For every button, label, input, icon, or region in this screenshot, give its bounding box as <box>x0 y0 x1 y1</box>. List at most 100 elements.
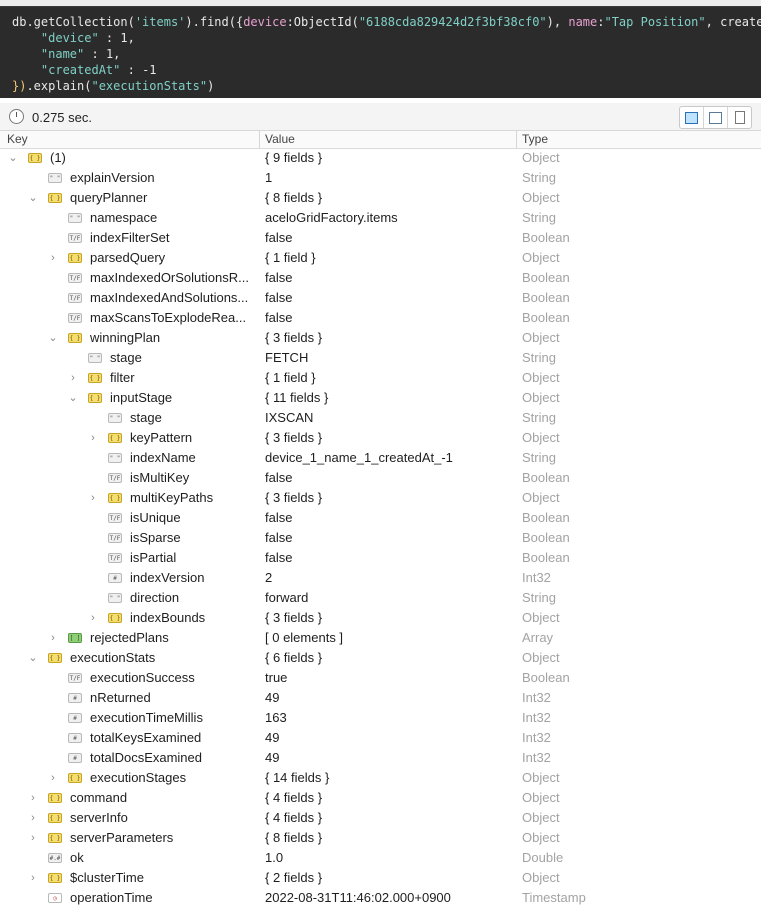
tree-row[interactable]: " " namespace aceloGridFactory.items String <box>0 208 761 228</box>
tree-row[interactable]: › { } $clusterTime { 2 fields } Object <box>0 868 761 888</box>
tree-row[interactable]: › { } keyPattern { 3 fields } Object <box>0 428 761 448</box>
tree-row[interactable]: › [ ] rejectedPlans [ 0 elements ] Array <box>0 628 761 648</box>
tree-row[interactable]: › { } parsedQuery { 1 field } Object <box>0 248 761 268</box>
tree-row[interactable]: › { } serverParameters { 8 fields } Object <box>0 828 761 848</box>
chevron-down-icon[interactable]: ⌄ <box>48 328 58 348</box>
boolean-icon: T/F <box>108 533 122 543</box>
tree-row[interactable]: T/F executionSuccess true Boolean <box>0 668 761 688</box>
chevron-right-icon[interactable]: › <box>88 608 98 628</box>
tree-row[interactable]: # indexVersion 2 Int32 <box>0 568 761 588</box>
chevron-down-icon[interactable]: ⌄ <box>28 188 38 208</box>
tree-row[interactable]: ⌄ { } winningPlan { 3 fields } Object <box>0 328 761 348</box>
field-value: { 9 fields } <box>265 150 323 165</box>
boolean-icon: T/F <box>108 473 122 483</box>
tree-row[interactable]: › { } filter { 1 field } Object <box>0 368 761 388</box>
field-value: { 14 fields } <box>265 770 330 785</box>
field-key: isMultiKey <box>130 470 190 485</box>
tree-row[interactable]: ⌄ { } inputStage { 11 fields } Object <box>0 388 761 408</box>
tree-row[interactable]: T/F isUnique false Boolean <box>0 508 761 528</box>
field-value: forward <box>265 590 309 605</box>
chevron-down-icon[interactable]: ⌄ <box>8 148 18 168</box>
field-type: String <box>522 590 556 605</box>
tree-row[interactable]: T/F maxIndexedOrSolutionsR... false Boolean <box>0 268 761 288</box>
field-value: 2022-08-31T11:46:02.000+0900 <box>265 890 451 905</box>
tree-row[interactable]: " " indexName device_1_name_1_createdAt_-1… <box>0 448 761 468</box>
chevron-right-icon[interactable]: › <box>68 368 78 388</box>
tree-row[interactable]: ⌄ { } (1) { 9 fields } Object <box>0 148 761 168</box>
field-key: executionStages <box>90 770 187 785</box>
field-type: Object <box>522 330 560 345</box>
tree-row[interactable]: T/F maxIndexedAndSolutions... false Boolean <box>0 288 761 308</box>
boolean-icon: T/F <box>68 673 82 683</box>
tree-row[interactable]: T/F maxScansToExplodeRea... false Boolean <box>0 308 761 328</box>
tree-row[interactable]: › { } executionStages { 14 fields } Object <box>0 768 761 788</box>
tree-row[interactable]: " " stage FETCH String <box>0 348 761 368</box>
field-type: Int32 <box>522 710 551 725</box>
boolean-icon: T/F <box>68 293 82 303</box>
field-key: queryPlanner <box>70 190 148 205</box>
boolean-icon: T/F <box>108 513 122 523</box>
tree-row[interactable]: " " stage IXSCAN String <box>0 408 761 428</box>
field-value: 49 <box>265 690 280 705</box>
tree-row[interactable]: › { } indexBounds { 3 fields } Object <box>0 608 761 628</box>
field-type: Boolean <box>522 270 570 285</box>
tree-row[interactable]: T/F isPartial false Boolean <box>0 548 761 568</box>
field-value: [ 0 elements ] <box>265 630 344 645</box>
object-icon: { } <box>108 493 122 503</box>
column-divider[interactable] <box>516 131 517 148</box>
field-value: 49 <box>265 750 280 765</box>
chevron-down-icon[interactable]: ⌄ <box>28 648 38 668</box>
tree-row[interactable]: # executionTimeMillis 163 Int32 <box>0 708 761 728</box>
tree-row[interactable]: #.# ok 1.0 Double <box>0 848 761 868</box>
tree-row[interactable]: ⌄ { } executionStats { 6 fields } Object <box>0 648 761 668</box>
chevron-right-icon[interactable]: › <box>88 488 98 508</box>
query-editor[interactable]: db.getCollection('items').find({device:O… <box>0 6 761 98</box>
chevron-right-icon[interactable]: › <box>48 628 58 648</box>
tree-view-button[interactable] <box>680 107 704 128</box>
chevron-right-icon[interactable]: › <box>88 428 98 448</box>
results-tree: ⌄ { } (1) { 9 fields } Object " " explainVersi… <box>0 148 761 908</box>
tree-row[interactable]: › { } command { 4 fields } Object <box>0 788 761 808</box>
value-column-header[interactable]: Value <box>265 132 295 146</box>
text-view-button[interactable] <box>728 107 751 128</box>
chevron-right-icon[interactable]: › <box>48 248 58 268</box>
tree-row[interactable]: # totalDocsExamined 49 Int32 <box>0 748 761 768</box>
chevron-right-icon[interactable]: › <box>28 788 38 808</box>
tree-row[interactable]: " " explainVersion 1 String <box>0 168 761 188</box>
field-value: 2 <box>265 570 273 585</box>
field-value: aceloGridFactory.items <box>265 210 398 225</box>
type-column-header[interactable]: Type <box>522 132 548 146</box>
query-code[interactable]: db.getCollection('items').find({device:O… <box>12 14 761 94</box>
tree-row[interactable]: # totalKeysExamined 49 Int32 <box>0 728 761 748</box>
code-token: }) <box>12 79 27 93</box>
chevron-right-icon[interactable]: › <box>28 868 38 888</box>
tree-row[interactable]: T/F isMultiKey false Boolean <box>0 468 761 488</box>
field-value: { 4 fields } <box>265 790 323 805</box>
chevron-down-icon[interactable]: ⌄ <box>68 388 78 408</box>
tree-row[interactable]: # nReturned 49 Int32 <box>0 688 761 708</box>
tree-row[interactable]: " " direction forward String <box>0 588 761 608</box>
field-key: isPartial <box>130 550 177 565</box>
code-token: device <box>243 15 287 29</box>
field-key: nReturned <box>90 690 151 705</box>
chevron-right-icon[interactable]: › <box>28 808 38 828</box>
tree-row[interactable]: ◷ operationTime 2022-08-31T11:46:02.000+09… <box>0 888 761 908</box>
table-view-button[interactable] <box>704 107 728 128</box>
field-key: isSparse <box>130 530 181 545</box>
field-key: maxScansToExplodeRea... <box>90 310 247 325</box>
tree-row[interactable]: › { } serverInfo { 4 fields } Object <box>0 808 761 828</box>
code-token: "Tap Position" <box>604 15 706 29</box>
code-token: name <box>568 15 598 29</box>
object-icon: { } <box>88 393 102 403</box>
chevron-right-icon[interactable]: › <box>28 828 38 848</box>
tree-row[interactable]: T/F indexFilterSet false Boolean <box>0 228 761 248</box>
chevron-right-icon[interactable]: › <box>48 768 58 788</box>
column-divider[interactable] <box>259 131 260 148</box>
object-icon: { } <box>108 613 122 623</box>
tree-row[interactable]: › { } multiKeyPaths { 3 fields } Object <box>0 488 761 508</box>
field-value: { 3 fields } <box>265 330 323 345</box>
tree-row[interactable]: ⌄ { } queryPlanner { 8 fields } Object <box>0 188 761 208</box>
key-column-header[interactable]: Key <box>7 132 28 146</box>
tree-row[interactable]: T/F isSparse false Boolean <box>0 528 761 548</box>
